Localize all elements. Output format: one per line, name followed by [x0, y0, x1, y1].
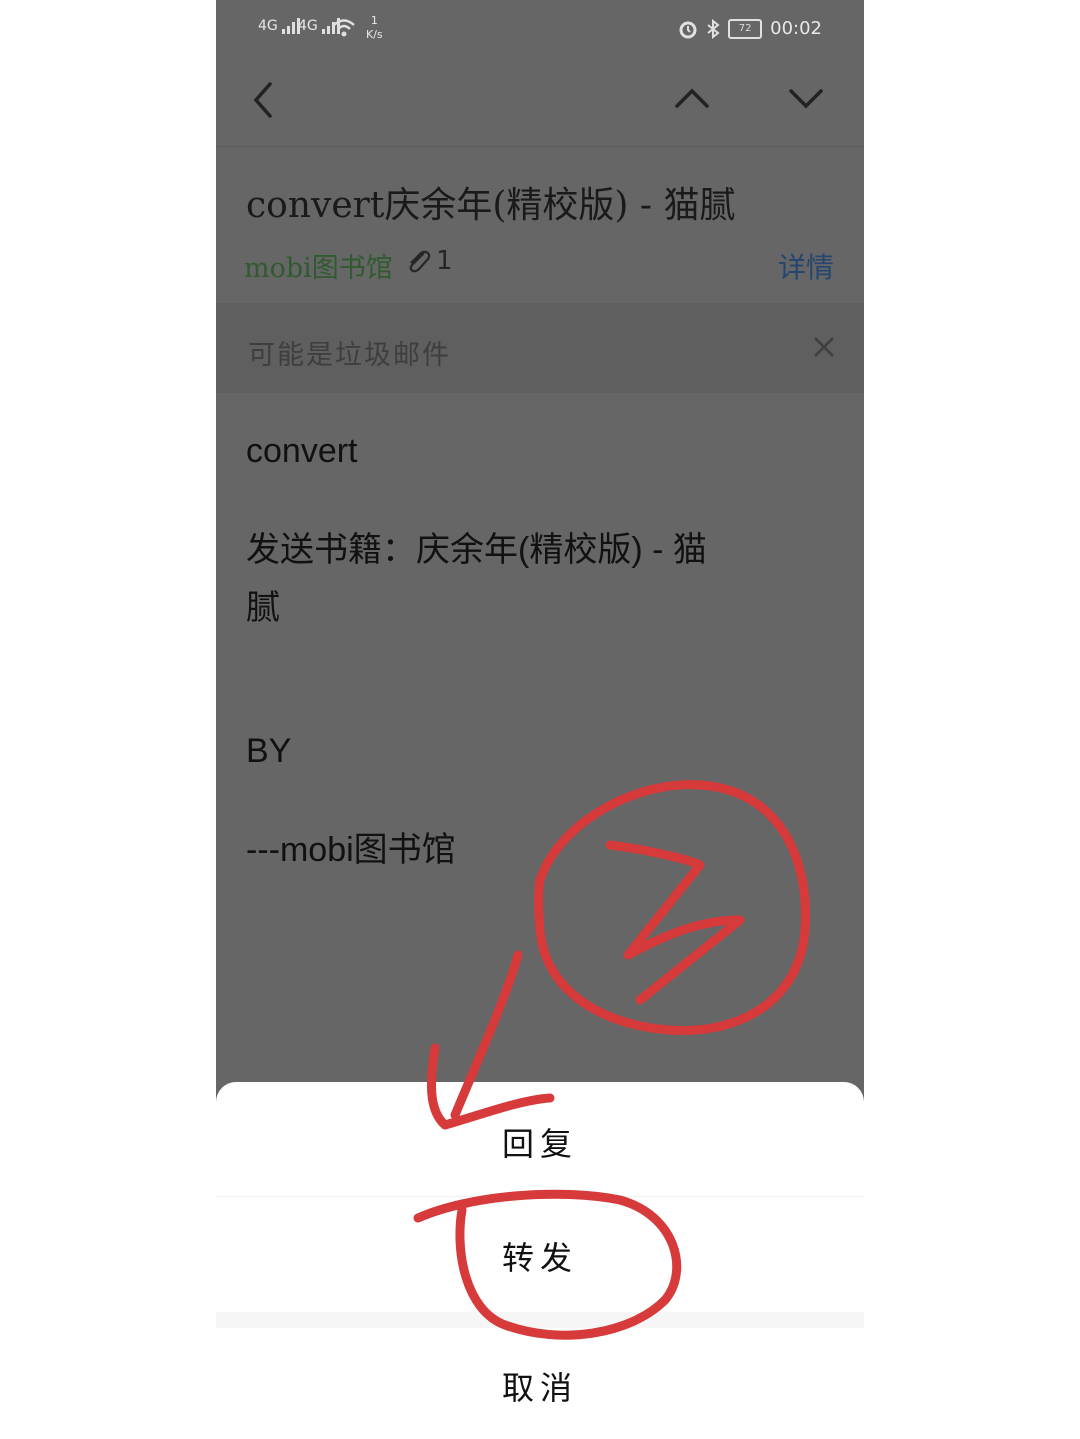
details-link[interactable]: 详情	[778, 246, 834, 286]
nav-divider	[216, 146, 864, 147]
attachment-indicator[interactable]: 1	[404, 246, 453, 276]
sheet-separator	[216, 1196, 864, 1197]
paperclip-icon	[409, 250, 431, 273]
phone-screen: 4G 4G 1 K/s 72 00:02 convert庆余年(精校版) - 猫…	[216, 0, 864, 1439]
previous-mail-icon[interactable]	[674, 86, 710, 110]
alarm-icon	[679, 21, 697, 38]
body-line-3: 腻	[246, 589, 280, 627]
body-line-4: BY	[246, 732, 292, 770]
status-bar: 4G 4G 1 K/s 72 00:02	[216, 0, 864, 62]
spam-notice-bar: 可能是垃圾邮件	[216, 303, 864, 393]
net-speed-unit: K/s	[366, 28, 383, 41]
body-line-1: convert	[246, 432, 358, 470]
email-sender[interactable]: mobi图书馆	[244, 246, 393, 285]
signal-1-label: 4G	[258, 18, 278, 34]
action-sheet: 回复 转发 取消	[216, 1082, 864, 1439]
spam-notice-text: 可能是垃圾邮件	[248, 340, 451, 371]
status-right: 72 00:02	[678, 18, 822, 39]
close-icon[interactable]	[812, 335, 836, 359]
body-line-5: ---mobi图书馆	[246, 831, 456, 869]
email-subject: convert庆余年(精校版) - 猫腻	[246, 185, 736, 226]
next-mail-icon[interactable]	[788, 86, 824, 110]
cancel-button[interactable]: 取消	[216, 1330, 864, 1439]
signal-2-label: 4G	[298, 18, 318, 34]
body-line-2: 发送书籍：庆余年(精校版) - 猫	[246, 531, 707, 569]
reply-button[interactable]: 回复	[216, 1086, 864, 1198]
top-nav-bar	[216, 62, 864, 146]
sheet-gap	[216, 1312, 864, 1328]
clock: 00:02	[770, 18, 822, 39]
battery-icon: 72	[728, 18, 763, 39]
net-speed-value: 1	[370, 14, 378, 27]
attachment-count: 1	[436, 246, 453, 276]
net-speed: 1 K/s	[366, 14, 383, 42]
wifi-icon	[333, 19, 355, 37]
bluetooth-icon	[707, 18, 720, 39]
forward-button[interactable]: 转发	[216, 1200, 864, 1312]
back-icon[interactable]	[250, 80, 274, 120]
